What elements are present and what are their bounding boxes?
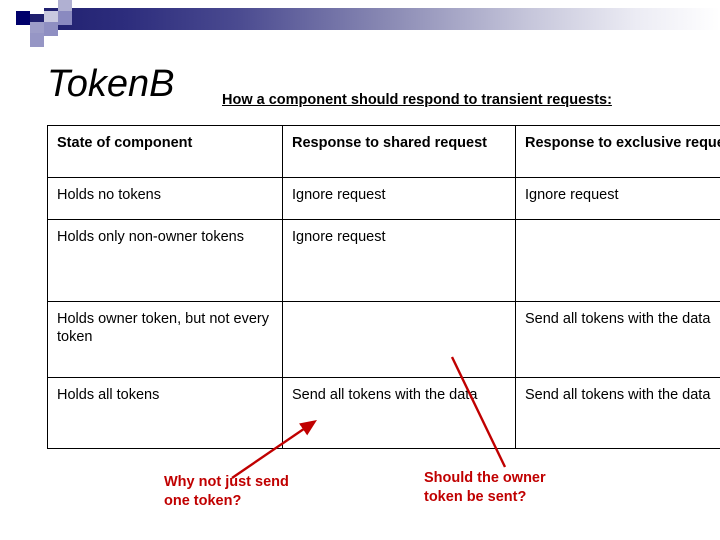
annotation-label-why-not-one-token: Why not just send one token? [164,474,289,509]
cell-state: Holds owner token, but not every token [47,301,283,378]
table-row: Holds all tokens Send all tokens with th… [47,377,720,449]
header-square [44,22,58,36]
header-square [30,33,44,47]
cell-state: Holds only non-owner tokens [47,219,283,302]
cell-exclusive: Send all tokens with the data [515,377,720,449]
cell-exclusive [515,219,720,302]
cell-state: Holds all tokens [47,377,283,449]
page-title: TokenB [47,63,175,105]
slide-header-decoration [0,0,720,47]
table-row: Holds owner token, but not every token S… [47,301,720,378]
cell-shared: Send all tokens with the data [282,377,516,449]
column-header-exclusive: Response to exclusive request [515,125,720,178]
header-gradient-bar [30,8,720,30]
column-header-shared: Response to shared request [282,125,516,178]
table-row: Holds only non-owner tokens Ignore reque… [47,219,720,302]
header-square [58,11,72,25]
table-header-row: State of component Response to shared re… [47,125,720,178]
page-subtitle: How a component should respond to transi… [222,92,612,108]
cell-exclusive: Send all tokens with the data [515,301,720,378]
cell-shared [282,301,516,378]
table-row: Holds no tokens Ignore request Ignore re… [47,177,720,220]
header-square [16,11,30,25]
cell-exclusive: Ignore request [515,177,720,220]
header-square [30,0,44,14]
column-header-state: State of component [47,125,283,178]
token-response-table: State of component Response to shared re… [47,125,720,449]
cell-state: Holds no tokens [47,177,283,220]
annotation-label-should-owner-token-be-sent: Should the owner token be sent? [424,470,546,505]
cell-shared: Ignore request [282,177,516,220]
cell-shared: Ignore request [282,219,516,302]
token-response-table-wrapper: State of component Response to shared re… [47,125,720,449]
